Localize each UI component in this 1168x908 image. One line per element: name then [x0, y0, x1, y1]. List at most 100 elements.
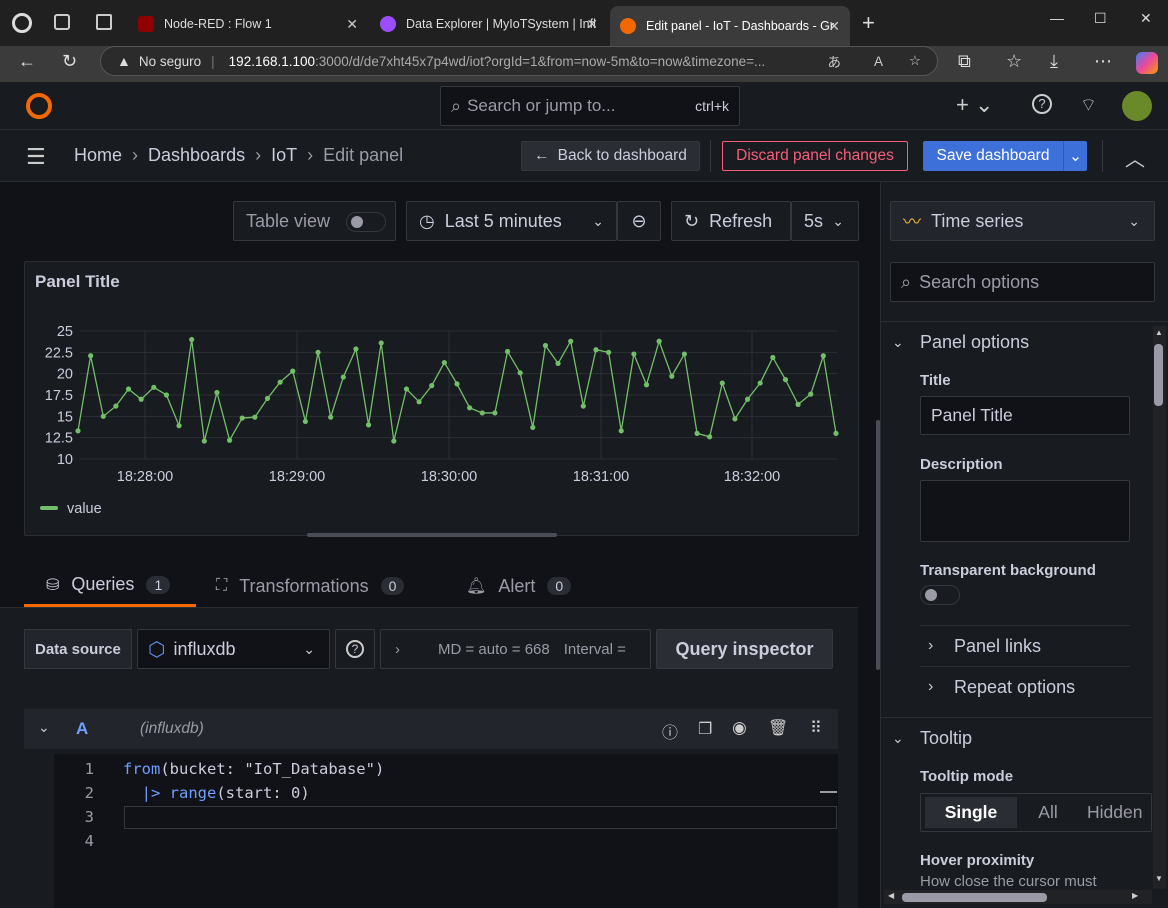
delete-query-trash-icon[interactable]: 🗑︎: [768, 718, 788, 738]
close-tab-icon[interactable]: ✕: [828, 18, 840, 35]
tab-node-red[interactable]: Node-RED : Flow 1 ✕: [128, 8, 368, 40]
chevron-down-icon: ⌄: [303, 640, 315, 657]
minimize-icon[interactable]: —: [1050, 10, 1064, 26]
data-point: [315, 349, 321, 355]
reload-icon[interactable]: ↻: [62, 51, 77, 72]
close-tab-icon[interactable]: ✕: [586, 16, 598, 33]
data-point: [694, 430, 700, 436]
add-new-icon[interactable]: + ⌄: [956, 92, 993, 118]
tooltip-mode-single[interactable]: Single: [925, 797, 1017, 828]
query-inspector-button[interactable]: Query inspector: [656, 629, 833, 669]
copilot-icon[interactable]: [1136, 52, 1158, 74]
divider: [880, 717, 1152, 718]
search-input[interactable]: ⌕ Search or jump to... ctrl+k: [440, 86, 740, 126]
options-hscroll-thumb[interactable]: [902, 893, 1047, 902]
scroll-left-icon[interactable]: ◀: [888, 891, 894, 900]
breadcrumb-dashboards[interactable]: Dashboards: [148, 145, 245, 166]
read-aloud-icon[interactable]: A: [874, 54, 883, 69]
tab-grafana-edit[interactable]: Edit panel - IoT - Dashboards - Gr ✕: [610, 6, 850, 46]
data-point: [669, 373, 675, 379]
breadcrumb-home[interactable]: Home: [74, 145, 122, 166]
data-point: [517, 370, 523, 376]
collapse-query-chevron-icon[interactable]: ⌄: [38, 719, 50, 736]
extensions-icon[interactable]: ⧉: [958, 51, 971, 72]
browser-profile-icon[interactable]: [12, 13, 32, 33]
vertical-tabs-icon[interactable]: [96, 14, 112, 30]
scroll-up-icon[interactable]: ▲: [1155, 328, 1163, 337]
scroll-right-icon[interactable]: ▶: [1132, 891, 1138, 900]
favorite-star-icon[interactable]: ☆: [909, 53, 921, 69]
back-to-dashboard-button[interactable]: ← Back to dashboard: [521, 141, 700, 171]
tooltip-section[interactable]: Tooltip: [920, 728, 972, 749]
user-avatar[interactable]: [1122, 91, 1152, 121]
chevron-down-icon[interactable]: ⌄: [892, 334, 904, 351]
title-input[interactable]: Panel Title: [920, 396, 1130, 435]
data-point: [277, 379, 283, 385]
close-tab-icon[interactable]: ✕: [346, 16, 358, 33]
news-rss-icon[interactable]: ⌔: [1080, 94, 1097, 117]
query-help-icon[interactable]: ⓘ: [662, 719, 678, 743]
datasource-picker[interactable]: ⬡ influxdb ⌄: [137, 629, 330, 669]
downloads-icon[interactable]: ⤓: [1050, 51, 1058, 72]
more-menu-icon[interactable]: ⋯: [1094, 51, 1112, 72]
refresh-interval-picker[interactable]: 5s ⌄: [791, 201, 859, 241]
y-tick-label: 22.5: [45, 345, 73, 361]
address-bar[interactable]: ▲ No seguro | 192.168.1.100 :3000/d/de7x…: [100, 46, 938, 76]
query-options-toggle[interactable]: › MD = auto = 668 Interval =: [380, 629, 651, 669]
close-window-icon[interactable]: ✕: [1140, 10, 1152, 27]
panel-links-section[interactable]: Panel links: [954, 636, 1041, 657]
data-point: [467, 405, 473, 411]
table-view-switch[interactable]: [346, 212, 386, 232]
tab-queries[interactable]: ⛁ Queries 1: [24, 565, 196, 607]
table-view-toggle[interactable]: Table view: [233, 201, 396, 241]
tooltip-mode-hidden[interactable]: Hidden: [1087, 802, 1142, 823]
collapse-chevron-icon[interactable]: ︿: [1125, 143, 1145, 172]
breadcrumb-iot[interactable]: IoT: [271, 145, 297, 166]
tab-alert-count: 0: [547, 577, 572, 595]
discard-changes-button[interactable]: Discard panel changes: [722, 141, 908, 171]
time-range-label: Last 5 minutes: [444, 210, 562, 231]
panel-resize-handle[interactable]: [307, 533, 557, 537]
tab-transformations[interactable]: ⛶ Transformations 0: [216, 565, 405, 607]
tooltip-mode-radio-group: Single All Hidden: [920, 793, 1152, 832]
panel-options-section[interactable]: Panel options: [920, 332, 1029, 353]
tooltip-mode-all[interactable]: All: [1017, 802, 1079, 823]
data-point: [492, 410, 498, 416]
query-ref-id[interactable]: A: [76, 719, 88, 739]
menu-hamburger-icon[interactable]: ☰: [26, 144, 46, 170]
data-point: [631, 351, 637, 357]
search-options-input[interactable]: ⌕ Search options: [890, 262, 1155, 302]
chevron-right-icon[interactable]: ›: [928, 637, 933, 655]
translate-icon[interactable]: あ: [828, 51, 842, 71]
time-range-picker[interactable]: ◷ Last 5 minutes ⌄: [406, 201, 617, 241]
refresh-button[interactable]: ↻ Refresh: [671, 201, 791, 241]
tab-influx[interactable]: Data Explorer | MyIoTSystem | Infl ✕: [370, 8, 608, 40]
zoom-out-icon[interactable]: ⊖: [617, 201, 661, 241]
code-editor[interactable]: 1 from (bucket: "IoT_Database") 2 |> range(…: [54, 754, 838, 908]
maximize-icon[interactable]: ☐: [1094, 10, 1107, 27]
save-options-chevron-icon[interactable]: ⌄: [1063, 141, 1087, 171]
options-scrollbar-track[interactable]: [1153, 326, 1166, 889]
drag-handle-icon[interactable]: ⠿: [810, 718, 822, 738]
chevron-down-icon[interactable]: ⌄: [892, 730, 904, 747]
grafana-logo-icon[interactable]: [26, 93, 52, 119]
help-icon[interactable]: ?: [1032, 94, 1052, 114]
description-textarea[interactable]: [920, 480, 1130, 542]
back-arrow-icon[interactable]: ←: [18, 51, 36, 72]
repeat-options-section[interactable]: Repeat options: [954, 677, 1075, 698]
time-series-chart[interactable]: 25 22.5 20 17.5 15 12.5 10 18:28:00 18:29:00 18:3…: [25, 262, 860, 537]
transparent-background-switch[interactable]: [920, 585, 960, 605]
new-tab-icon[interactable]: +: [862, 10, 875, 36]
toggle-visibility-eye-icon[interactable]: ◉: [732, 718, 747, 738]
scroll-down-icon[interactable]: ▼: [1155, 874, 1163, 883]
security-label: No seguro: [138, 53, 202, 69]
options-scrollbar-thumb[interactable]: [1154, 344, 1163, 406]
tab-alert[interactable]: 🔔︎ Alert 0: [466, 565, 572, 607]
duplicate-query-icon[interactable]: ❐: [698, 719, 712, 739]
chevron-right-icon[interactable]: ›: [928, 678, 933, 696]
save-dashboard-button[interactable]: Save dashboard: [923, 141, 1063, 171]
favorites-icon[interactable]: ☆: [1006, 51, 1022, 72]
workspaces-icon[interactable]: [54, 14, 70, 30]
datasource-help-icon[interactable]: ?: [335, 629, 375, 669]
visualization-picker[interactable]: 〰 Time series ⌄: [890, 201, 1155, 241]
